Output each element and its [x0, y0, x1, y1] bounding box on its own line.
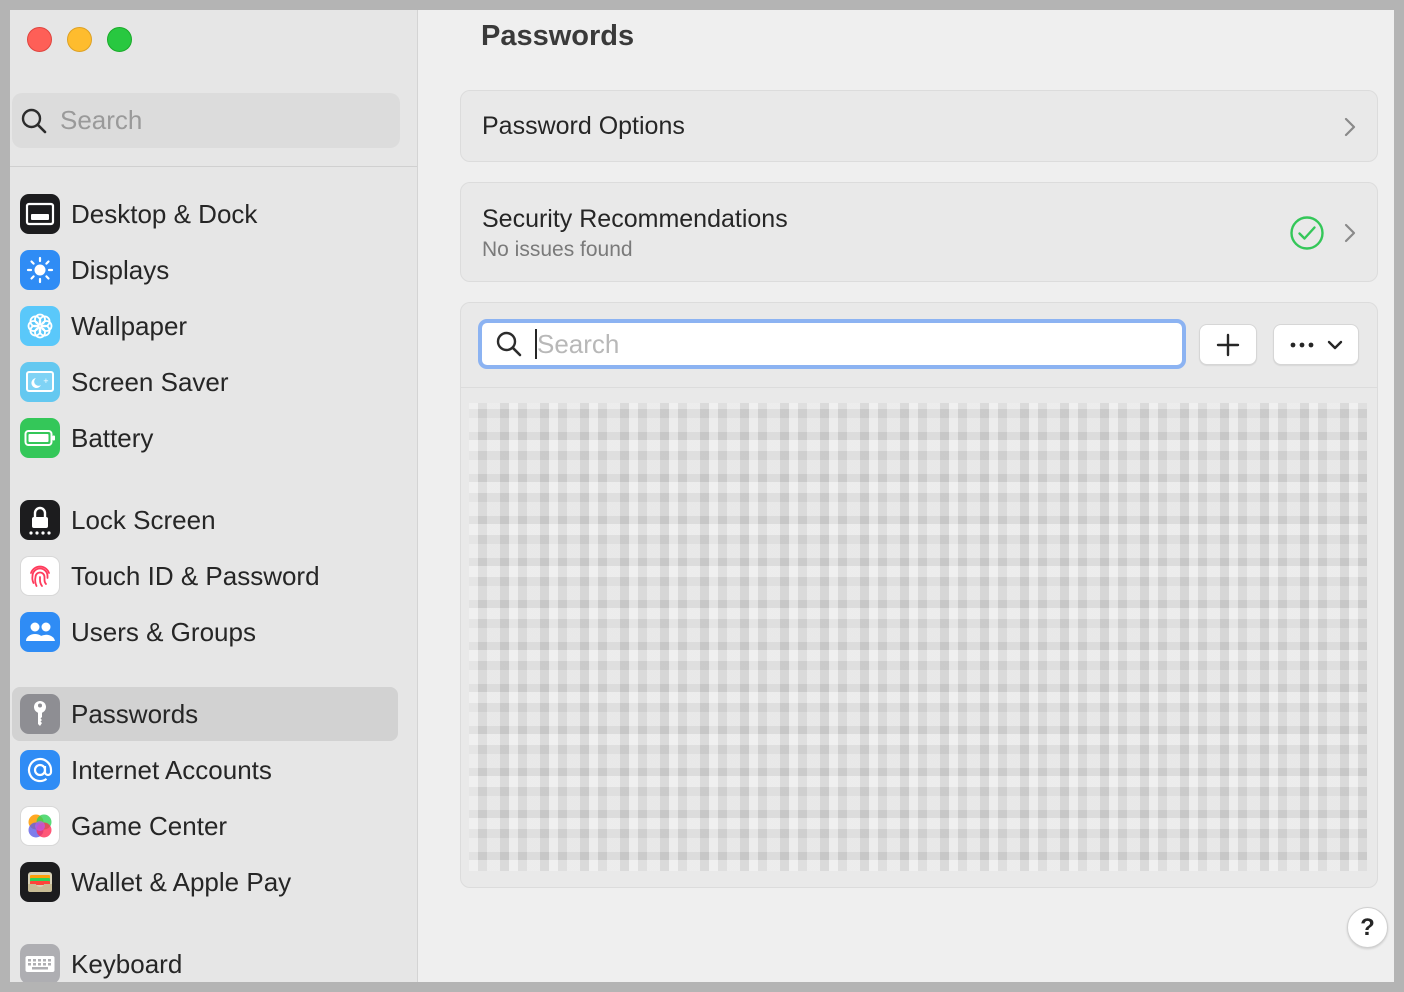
sidebar-item-label: Touch ID & Password — [71, 560, 320, 591]
close-button[interactable] — [27, 27, 52, 52]
sidebar-item-label: Lock Screen — [71, 504, 216, 535]
sidebar-item-keyboard[interactable]: Keyboard — [12, 937, 398, 982]
sidebar-search-field[interactable]: Search — [12, 93, 400, 148]
page-title: Passwords — [481, 20, 635, 52]
sidebar-item-label: Screen Saver — [71, 366, 229, 397]
wallpaper-icon — [20, 306, 60, 346]
minimize-button[interactable] — [67, 27, 92, 52]
chevron-right-icon — [1344, 223, 1356, 243]
at-icon — [20, 750, 60, 790]
sidebar: Search Desktop & Dock Displays Wallpaper — [10, 10, 418, 982]
sidebar-item-battery[interactable]: Battery — [12, 411, 398, 465]
password-options-row[interactable]: Password Options — [460, 90, 1378, 162]
sidebar-item-touch-id[interactable]: Touch ID & Password — [12, 549, 398, 603]
password-search-placeholder: Search — [537, 328, 620, 359]
sidebar-item-label: Desktop & Dock — [71, 198, 258, 229]
chevron-down-icon — [1327, 340, 1343, 349]
sidebar-item-label: Internet Accounts — [71, 754, 272, 785]
add-password-button[interactable] — [1199, 324, 1257, 365]
help-button[interactable]: ? — [1347, 907, 1388, 948]
sidebar-item-label: Keyboard — [71, 948, 183, 979]
ellipsis-icon — [1290, 342, 1314, 347]
sidebar-item-internet-accounts[interactable]: Internet Accounts — [12, 743, 398, 797]
sidebar-divider — [10, 166, 417, 167]
window-controls — [27, 27, 132, 52]
wallet-icon — [20, 862, 60, 902]
sidebar-item-label: Game Center — [71, 810, 228, 841]
sidebar-item-wallpaper[interactable]: Wallpaper — [12, 299, 398, 353]
keyboard-icon — [20, 944, 60, 982]
sidebar-item-screen-saver[interactable]: + Screen Saver — [12, 355, 398, 409]
zoom-button[interactable] — [107, 27, 132, 52]
desktop-dock-icon — [20, 194, 60, 234]
sidebar-item-game-center[interactable]: Game Center — [12, 799, 398, 853]
security-status-text: No issues found — [482, 238, 633, 261]
sidebar-item-label: Wallet & Apple Pay — [71, 866, 292, 897]
sidebar-item-desktop-dock[interactable]: Desktop & Dock — [12, 187, 398, 241]
fingerprint-icon — [20, 556, 60, 596]
settings-window: Search Desktop & Dock Displays Wallpaper — [10, 10, 1394, 982]
search-icon — [496, 331, 522, 357]
sidebar-item-wallet[interactable]: Wallet & Apple Pay — [12, 855, 398, 909]
key-icon — [20, 694, 60, 734]
passwords-panel: Search — [460, 302, 1378, 888]
chevron-right-icon — [1344, 117, 1356, 137]
sidebar-item-label: Battery — [71, 422, 154, 453]
battery-icon — [20, 418, 60, 458]
sidebar-item-label: Displays — [71, 254, 170, 285]
password-options-label: Password Options — [482, 112, 685, 140]
sidebar-item-label: Passwords — [71, 698, 199, 729]
sidebar-item-users-groups[interactable]: Users & Groups — [12, 605, 398, 659]
lock-icon — [20, 500, 60, 540]
sidebar-item-label: Users & Groups — [71, 616, 256, 647]
plus-icon — [1216, 333, 1240, 356]
sidebar-item-label: Wallpaper — [71, 310, 188, 341]
main-content: Passwords Password Options Security Reco… — [419, 10, 1394, 982]
redacted-password-list — [469, 403, 1367, 871]
sidebar-item-displays[interactable]: Displays — [12, 243, 398, 297]
screen-saver-icon: + — [20, 362, 60, 402]
search-icon — [21, 108, 47, 133]
sidebar-search-placeholder: Search — [60, 105, 143, 135]
sidebar-item-passwords[interactable]: Passwords — [12, 687, 398, 741]
displays-icon — [20, 250, 60, 290]
panel-divider — [461, 387, 1377, 388]
checkmark-circle-icon — [1290, 216, 1324, 250]
users-icon — [20, 612, 60, 652]
security-recommendations-label: Security Recommendations — [482, 205, 788, 233]
more-options-button[interactable] — [1273, 324, 1359, 365]
game-center-icon — [20, 806, 60, 846]
security-recommendations-row[interactable]: Security Recommendations No issues found — [460, 182, 1378, 282]
svg-text:+: + — [43, 377, 49, 385]
password-search-input[interactable]: Search — [478, 319, 1186, 369]
sidebar-item-lock-screen[interactable]: Lock Screen — [12, 493, 398, 547]
